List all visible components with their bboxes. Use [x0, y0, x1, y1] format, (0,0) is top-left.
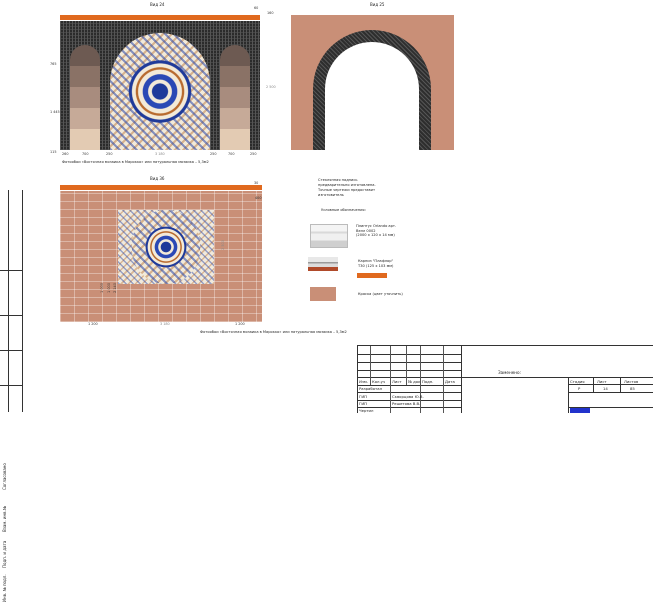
- legend-item-cornice: Карниз "Плафлор" T30 (125 x 103 мм): [358, 259, 394, 268]
- stamp-role-0: Разработал: [359, 386, 383, 391]
- dim36-left2: 1 000: [106, 283, 111, 293]
- view36-caption: Фотообои «Восточная мозаика в Марокко» и…: [200, 330, 347, 334]
- dim24-bottom-5: 700: [228, 152, 235, 156]
- legend-item-plinth: Плинтус Orlando арт. Велл 0002 (2000 x 1…: [356, 224, 397, 238]
- view24-drawing: [60, 15, 262, 150]
- binding-strip: Согласовано Взам. инв.№ Подп. и дата Инв…: [0, 190, 23, 602]
- dim24-side-b: 1 445: [50, 110, 60, 114]
- glass-note: Стеклянная надпись предварительно изгото…: [318, 178, 376, 197]
- view24-right-niche: [220, 45, 250, 150]
- view24-cornice: [60, 15, 260, 20]
- binding-label-inv: Инв. № подл.: [2, 574, 7, 602]
- dim24-top-right: 60: [254, 6, 259, 10]
- stamp-h-sign: Подп.: [422, 379, 434, 384]
- dim24-bottom-0: 260: [62, 152, 69, 156]
- stamp-sheets-value: 85: [630, 386, 635, 391]
- view36-mosaic-panel: [118, 210, 214, 284]
- dim36-bottom-0: 1 200: [88, 322, 98, 326]
- dim24-top-right2: 160: [267, 11, 274, 15]
- dim36-bottom-2: 1 200: [235, 322, 245, 326]
- legend-title: Условные обозначения:: [321, 208, 366, 212]
- stamp-h-doc: № док: [408, 379, 421, 384]
- stamp-name-2: Решетова В.В.: [392, 401, 421, 406]
- legend-item-paint: Краска (цвет уточнить): [358, 292, 403, 296]
- stamp-h-date: Дата: [445, 379, 455, 384]
- stamp-doc-title: Заменено:: [498, 370, 522, 375]
- dim36-left3: 2 140: [112, 283, 117, 293]
- stamp-name-1: Скворцова Ю.В.: [392, 394, 424, 399]
- view24-caption: Фотообои «Восточная мозаика в Марокко» и…: [62, 160, 209, 164]
- stamp-stage-value: Р: [578, 386, 581, 391]
- dim24-bottom-4: 250: [210, 152, 217, 156]
- stamp-role-1: ГИП: [359, 394, 368, 399]
- dim36-top: 30: [254, 181, 259, 185]
- stamp-h-izm: Изм.: [359, 379, 368, 384]
- binding-label-sign: Подп. и дата: [2, 540, 7, 568]
- dim24-right-height: 2 500: [266, 85, 276, 89]
- dim24-bottom-2: 250: [106, 152, 113, 156]
- stamp-sheet-header: Лист: [597, 379, 607, 384]
- view24-left-niche: [70, 45, 100, 150]
- dim24-bottom-3: 3 180: [155, 152, 165, 156]
- view36-cornice: [60, 185, 262, 190]
- view36-title: Вид 36: [150, 176, 165, 181]
- dim36-left1: 1 000: [99, 283, 104, 293]
- dim24-bottom-1: 700: [82, 152, 89, 156]
- stamp-h-list: Лист: [392, 379, 402, 384]
- view25-title: Вид 25: [370, 2, 385, 7]
- view36-mosaic-medallion: [132, 210, 200, 284]
- stamp-h-kol: Кол.уч: [372, 379, 386, 384]
- dim36-right: 400: [255, 196, 262, 200]
- legend-cornice-bar: [357, 273, 387, 278]
- stamp-sheets-header: Листов: [624, 379, 639, 384]
- dim24-side-c: 115: [50, 150, 57, 154]
- dim36-bottom-1: 3 180: [160, 322, 170, 326]
- view24-title: Вид 24: [150, 2, 165, 7]
- company-logo: [570, 408, 590, 413]
- view25-wall: [291, 15, 454, 150]
- stamp-stage-header: Стадия: [570, 379, 585, 384]
- stamp-role-2: ГИП: [359, 401, 368, 406]
- title-block: Изм. Кол.уч Лист № док Подп. Дата Разраб…: [357, 345, 653, 413]
- stamp-role-3: Чертил: [359, 408, 374, 413]
- binding-label-agreed: Согласовано: [2, 463, 7, 490]
- dim36-center-v: 2 500: [220, 240, 225, 250]
- legend-paint-swatch: [310, 287, 336, 301]
- binding-column: [8, 190, 23, 412]
- view24-mosaic-panel: [110, 33, 210, 150]
- dim24-bottom-6: 250: [250, 152, 257, 156]
- binding-label-replace: Взам. инв.№: [2, 506, 7, 532]
- view25-arch-opening: [325, 42, 419, 150]
- legend-cornice-swatch: [308, 257, 338, 271]
- legend-plinth-swatch: [310, 224, 348, 248]
- stamp-sheet-value: 14: [603, 386, 608, 391]
- dim24-side-a: 765: [50, 62, 57, 66]
